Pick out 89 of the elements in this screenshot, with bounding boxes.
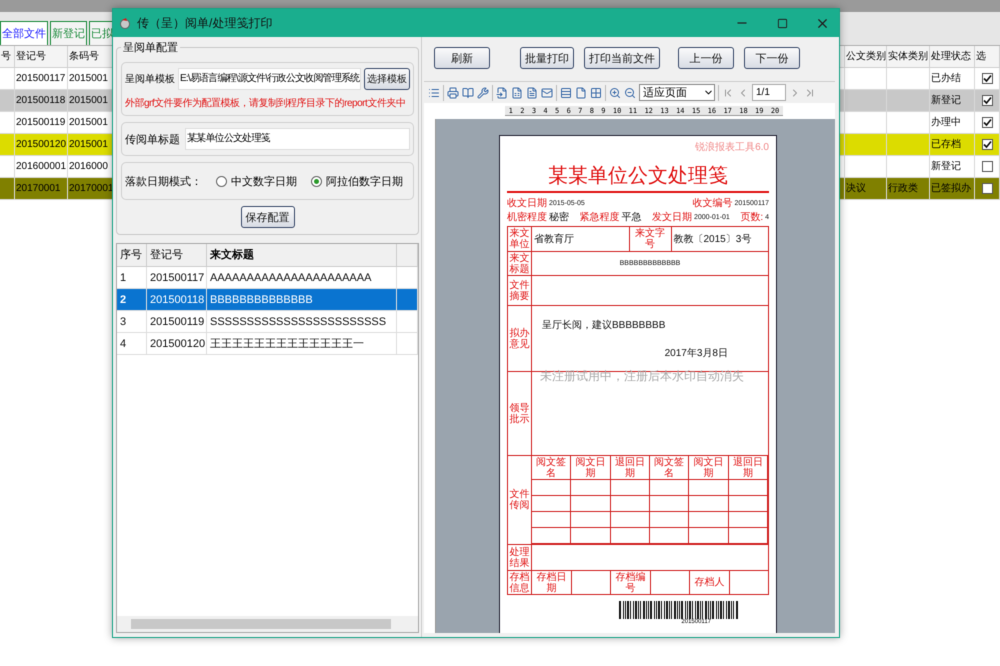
- date-mode-label: 落款日期模式：: [125, 174, 202, 188]
- form-label: 处理结果: [508, 545, 532, 570]
- tab[interactable]: 新登记: [50, 21, 87, 45]
- form-label: 文件传阅: [508, 456, 532, 544]
- table-cell: 已存档: [930, 134, 975, 156]
- table-cell[interactable]: 3: [117, 311, 147, 333]
- save-config-button[interactable]: 保存配置: [240, 206, 294, 228]
- field-label: 收文编号: [692, 196, 732, 210]
- table-cell[interactable]: 1: [117, 267, 147, 289]
- form-label: 存档人: [690, 571, 730, 594]
- toolbar-button[interactable]: 打印当前文件: [584, 47, 660, 69]
- table-cell[interactable]: BBBBBBBBBBBBBB: [207, 289, 397, 311]
- column-header: 号: [0, 46, 15, 68]
- select-template-button[interactable]: 选择模板: [364, 68, 410, 90]
- field-label: 收文日期: [507, 196, 547, 210]
- table-cell: 新登记: [930, 156, 975, 178]
- form-label: 阅文日期: [571, 456, 611, 480]
- toolbar-button[interactable]: 批量打印: [520, 47, 574, 69]
- toolbar-button[interactable]: 上一份: [678, 47, 734, 69]
- column-header: 处理状态: [930, 46, 975, 68]
- form-label: 阅文签名: [532, 456, 572, 480]
- title-label: 传阅单标题: [125, 132, 180, 146]
- table-cell: 201500118: [15, 90, 68, 112]
- table-cell: 办理中: [930, 112, 975, 134]
- column-header: 实体类别: [887, 46, 930, 68]
- column-header: 来文标题: [207, 244, 397, 267]
- table-cell[interactable]: 201500118: [147, 289, 207, 311]
- table-cell[interactable]: 王王王王王王王王王王王王王一: [207, 333, 397, 355]
- field-label: 紧急程度: [580, 210, 620, 224]
- template-path-field[interactable]: E:\易语言编程\源文件\行政公文收阅管理系统: [178, 68, 361, 90]
- field-value: 平急: [622, 211, 642, 224]
- field-value: 秘密: [549, 210, 569, 224]
- form-label: 阅文日期: [689, 456, 729, 480]
- radio-option[interactable]: 阿拉伯数字日期: [311, 174, 403, 188]
- table-cell: 20170001: [15, 178, 68, 200]
- table-cell[interactable]: SSSSSSSSSSSSSSSSSSSSSSSS: [207, 311, 397, 333]
- table-cell[interactable]: 201500117: [147, 267, 207, 289]
- table-cell: 新登记: [930, 90, 975, 112]
- page-field[interactable]: 1/1: [752, 84, 786, 101]
- table-cell: 201500117: [15, 68, 68, 90]
- hint-text: 外部grf文件要作为配置模板，请复制到程序目录下的report文件夹中: [125, 96, 406, 110]
- form-label: 来文标题: [508, 252, 532, 275]
- form-value: 教教〔2015〕3号: [672, 232, 752, 246]
- radio-option[interactable]: 中文数字日期: [216, 174, 297, 188]
- brand-text: 锐浪报表工具6.0: [695, 140, 769, 154]
- toolbar-button[interactable]: 刷新: [434, 47, 490, 69]
- form-label: 存档信息: [508, 571, 532, 594]
- zoom-select[interactable]: 适应页面: [639, 84, 715, 101]
- table-cell: 决议: [845, 178, 887, 200]
- form-value: 呈厅长阅，建议BBBBBBBB: [541, 318, 666, 332]
- table-cell: 已签拟办: [930, 178, 975, 200]
- document-heading: 某某单位公文处理笺: [548, 162, 728, 189]
- table-cell: 201500120: [15, 134, 68, 156]
- form-label: 存档日期: [532, 571, 572, 594]
- table-cell: 201600001: [15, 156, 68, 178]
- table-cell[interactable]: AAAAAAAAAAAAAAAAAAAAAA: [207, 267, 397, 289]
- column-header: 登记号: [147, 244, 207, 267]
- tab[interactable]: 全部文件: [0, 21, 48, 45]
- form-label: 拟办意见: [508, 306, 532, 371]
- form-label: 领导批示: [508, 372, 532, 455]
- form-label: 阅文签名: [650, 456, 690, 480]
- table-cell: 201500119: [15, 112, 68, 134]
- window-title: 传（呈）阅单/处理笺打印: [137, 14, 274, 32]
- column-header: 选: [975, 46, 1000, 68]
- form-label: 来文单位: [508, 227, 532, 251]
- field-label: 发文日期: [652, 210, 692, 224]
- table-cell[interactable]: 2: [117, 289, 147, 311]
- form-value: 2017年3月8日: [664, 347, 729, 360]
- table-cell: 已办结: [930, 68, 975, 90]
- column-header: 序号: [117, 244, 147, 267]
- form-label: 退回日期: [610, 456, 650, 480]
- form-label: 退回日期: [728, 456, 768, 480]
- field-label: 机密程度: [507, 210, 547, 224]
- form-label: 文件摘要: [508, 276, 532, 305]
- table-cell[interactable]: 201500120: [147, 333, 207, 355]
- form-label: 存档编号: [611, 571, 650, 594]
- column-header: 登记号: [15, 46, 68, 68]
- column-header: 公文类别: [845, 46, 887, 68]
- form-value: 省教育厅: [532, 227, 630, 251]
- table-cell[interactable]: 4: [117, 333, 147, 355]
- group-title: 呈阅单配置: [121, 40, 180, 55]
- title-field[interactable]: 某某单位公文处理笺: [185, 128, 410, 150]
- template-label: 呈阅单模板: [125, 72, 175, 86]
- table-cell[interactable]: 201500119: [147, 311, 207, 333]
- trial-watermark-text: 未注册试用中，注册后本水印自动消失: [540, 368, 744, 385]
- table-cell: 行政类: [887, 178, 930, 200]
- field-label: 页数:: [740, 211, 764, 224]
- toolbar-button[interactable]: 下一份: [744, 47, 800, 69]
- form-label: 来文字号: [630, 227, 672, 251]
